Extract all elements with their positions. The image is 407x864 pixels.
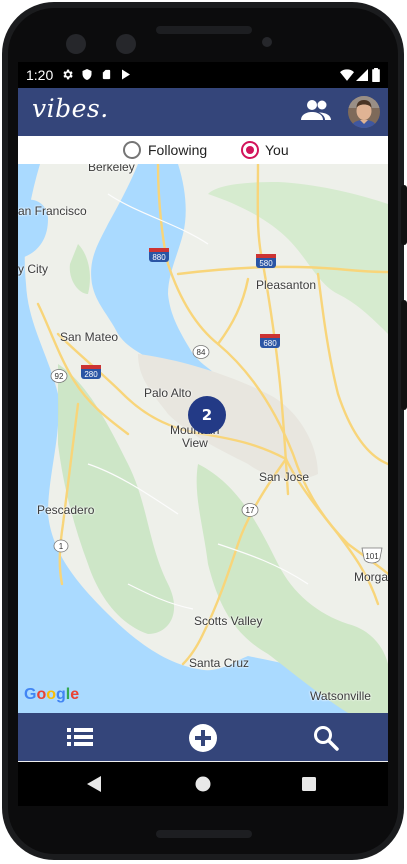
- svg-text:680: 680: [263, 339, 277, 348]
- shield-280: 280: [81, 365, 101, 379]
- svg-text:92: 92: [55, 372, 64, 381]
- google-attribution: Google: [24, 686, 80, 703]
- shield-17: 17: [241, 503, 259, 517]
- front-camera: [66, 34, 86, 54]
- battery-icon: [372, 68, 380, 82]
- shield-92: 92: [50, 369, 68, 383]
- shield-680: 680: [260, 334, 280, 348]
- list-icon[interactable]: [67, 727, 93, 747]
- screen: 1:20 vibes. Following You Berkeley an Fr…: [18, 62, 388, 762]
- following-label[interactable]: Following: [148, 142, 207, 158]
- map-view[interactable]: Berkeley an Francisco y City Pleasanton …: [18, 164, 388, 713]
- back-icon[interactable]: [87, 776, 101, 792]
- shield-880: 880: [149, 248, 169, 262]
- svg-text:101: 101: [365, 552, 379, 561]
- bottom-nav: [18, 713, 388, 761]
- avatar[interactable]: [348, 96, 380, 128]
- play-store-icon: [122, 69, 130, 80]
- sim-card-icon: [102, 69, 111, 80]
- signal-icon: [356, 69, 368, 81]
- earpiece-speaker: [156, 26, 252, 34]
- home-icon[interactable]: [195, 776, 211, 792]
- app-bar: vibes.: [18, 88, 388, 136]
- shield-101: 101: [361, 547, 383, 564]
- status-bar: 1:20: [18, 62, 388, 88]
- settings-icon: [63, 69, 73, 80]
- vibe-cluster-marker[interactable]: 2: [188, 396, 226, 434]
- shield-1: 1: [53, 539, 69, 553]
- system-nav-bar: [18, 762, 388, 806]
- people-icon[interactable]: [301, 99, 331, 121]
- bottom-speaker: [156, 830, 252, 838]
- shield-84: 84: [192, 345, 210, 359]
- you-label[interactable]: You: [265, 142, 289, 158]
- shield-icon: [82, 69, 92, 80]
- svg-text:880: 880: [152, 253, 166, 262]
- recents-icon[interactable]: [302, 777, 316, 791]
- app-logo: vibes.: [32, 94, 109, 123]
- proximity-sensor: [262, 37, 272, 47]
- svg-text:84: 84: [197, 348, 206, 357]
- radio-you[interactable]: [241, 141, 259, 159]
- search-icon[interactable]: [313, 725, 339, 751]
- svg-text:580: 580: [259, 259, 273, 268]
- svg-text:1: 1: [59, 542, 64, 551]
- volume-button: [401, 300, 407, 410]
- wifi-icon: [340, 69, 354, 81]
- shield-580: 580: [256, 254, 276, 268]
- add-circle-icon[interactable]: [188, 723, 218, 753]
- svg-text:280: 280: [84, 370, 98, 379]
- svg-text:17: 17: [246, 506, 255, 515]
- status-time: 1:20: [26, 67, 54, 83]
- filter-bar: Following You: [18, 136, 388, 164]
- highway-shields: 880 580 680 280 84 92 17 1 101: [50, 248, 383, 564]
- radio-following[interactable]: [123, 141, 141, 159]
- power-button: [401, 185, 407, 245]
- front-sensor: [116, 34, 136, 54]
